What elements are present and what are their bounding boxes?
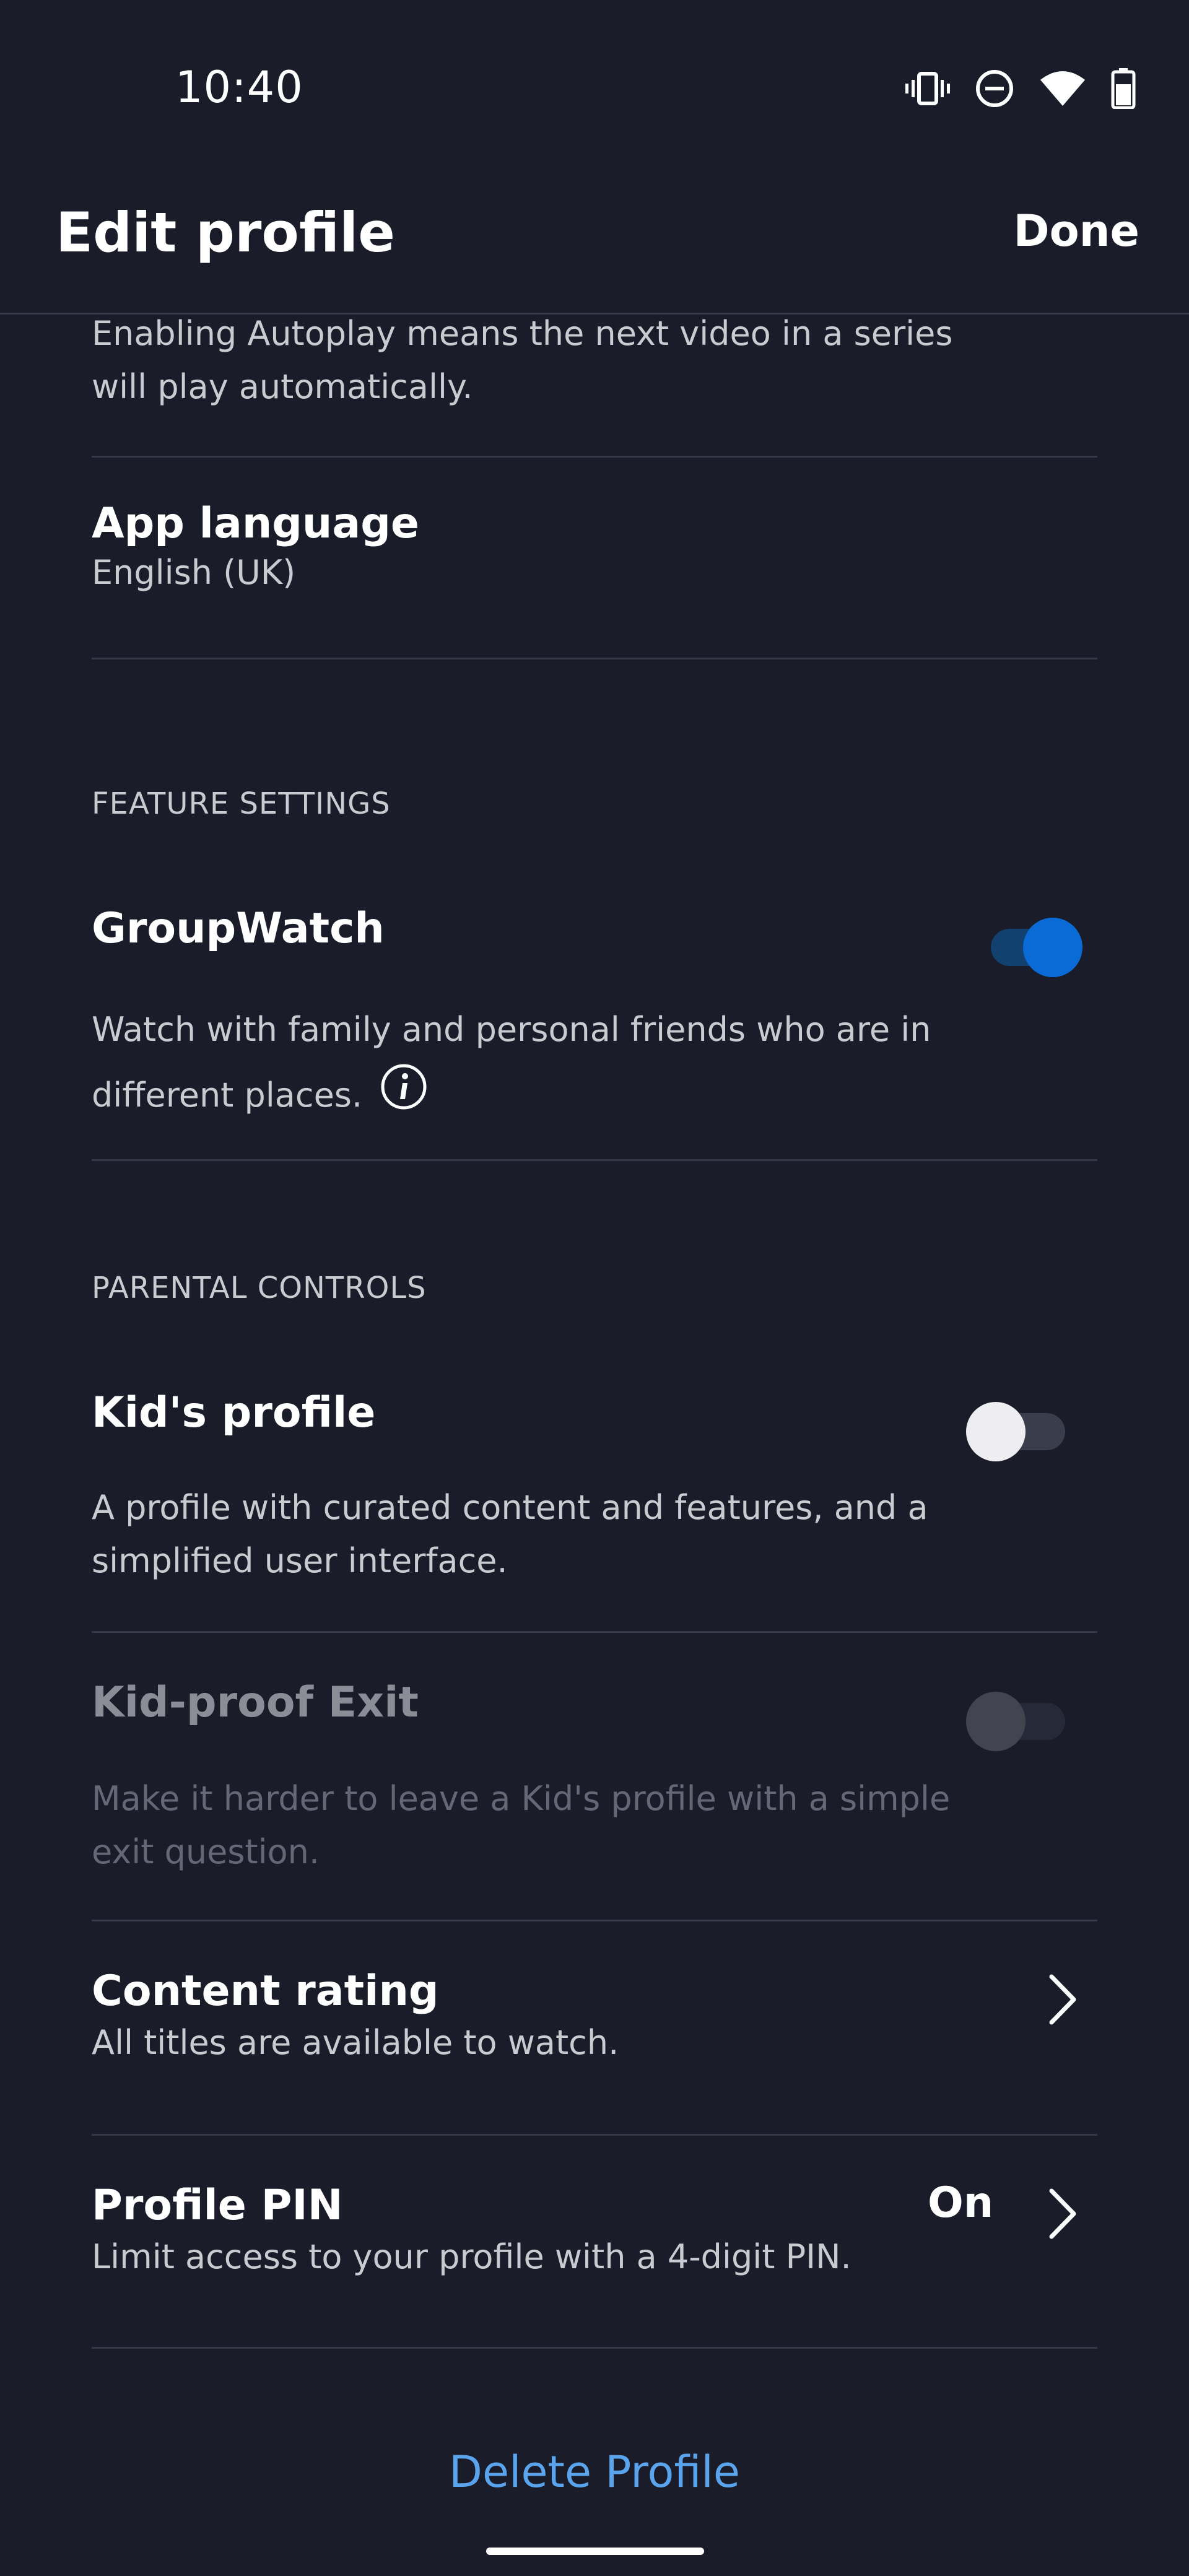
battery-icon: [1111, 68, 1136, 109]
groupwatch-description: Watch with family and personal friends w…: [92, 997, 983, 1132]
status-bar: 10:40: [0, 0, 1189, 186]
divider: [92, 456, 1097, 458]
delete-profile-button[interactable]: Delete Profile: [0, 2446, 1189, 2498]
autoplay-description: Enabling Autoplay means the next video i…: [92, 314, 953, 406]
kids-profile-description: A profile with curated content and featu…: [92, 1488, 928, 1580]
app-language-title: App language: [92, 499, 420, 548]
kid-proof-exit-title: Kid-proof Exit: [92, 1678, 419, 1727]
parental-controls-label: PARENTAL CONTROLS: [92, 1271, 427, 1305]
app-language-row[interactable]: App language English (UK): [92, 499, 1097, 629]
profile-pin-description: Limit access to your profile with a 4-di…: [92, 2237, 851, 2276]
kid-proof-exit-toggle: [964, 1690, 1075, 1752]
page-title: Edit profile: [56, 201, 395, 264]
groupwatch-title: GroupWatch: [92, 904, 385, 953]
divider: [92, 658, 1097, 659]
kids-profile-title: Kid's profile: [92, 1388, 376, 1437]
groupwatch-description-text: Watch with family and personal friends w…: [92, 1010, 931, 1115]
app-language-value: English (UK): [92, 553, 296, 592]
app-header: Edit profile Done: [0, 186, 1189, 315]
profile-pin-status: On: [928, 2178, 994, 2227]
toggle-knob: [1023, 918, 1082, 977]
kids-profile-toggle[interactable]: [964, 1401, 1075, 1463]
groupwatch-toggle[interactable]: [988, 916, 1087, 978]
profile-pin-chevron-icon[interactable]: [1048, 2187, 1078, 2243]
done-button[interactable]: Done: [1013, 206, 1139, 256]
toggle-knob: [966, 1692, 1026, 1751]
divider: [92, 1631, 1097, 1633]
toggle-knob: [966, 1402, 1026, 1461]
content-rating-row[interactable]: Content rating All titles are available …: [92, 1967, 1097, 2078]
divider: [92, 2134, 1097, 2136]
wifi-icon: [1039, 70, 1086, 107]
divider: [92, 1159, 1097, 1161]
content-rating-description: All titles are available to watch.: [92, 2023, 619, 2062]
do-not-disturb-icon: [975, 69, 1014, 108]
status-icons: [905, 68, 1136, 109]
home-indicator[interactable]: [486, 2548, 704, 2555]
content-rating-title: Content rating: [92, 1967, 439, 2016]
feature-settings-label: FEATURE SETTINGS: [92, 786, 391, 821]
info-icon[interactable]: [380, 1063, 427, 1132]
vibrate-icon: [905, 70, 950, 107]
divider: [92, 1920, 1097, 1921]
divider: [92, 2347, 1097, 2349]
content-rating-chevron-icon[interactable]: [1048, 1973, 1078, 2029]
kid-proof-exit-description: Make it harder to leave a Kid's profile …: [92, 1779, 951, 1871]
status-time: 10:40: [175, 62, 303, 113]
